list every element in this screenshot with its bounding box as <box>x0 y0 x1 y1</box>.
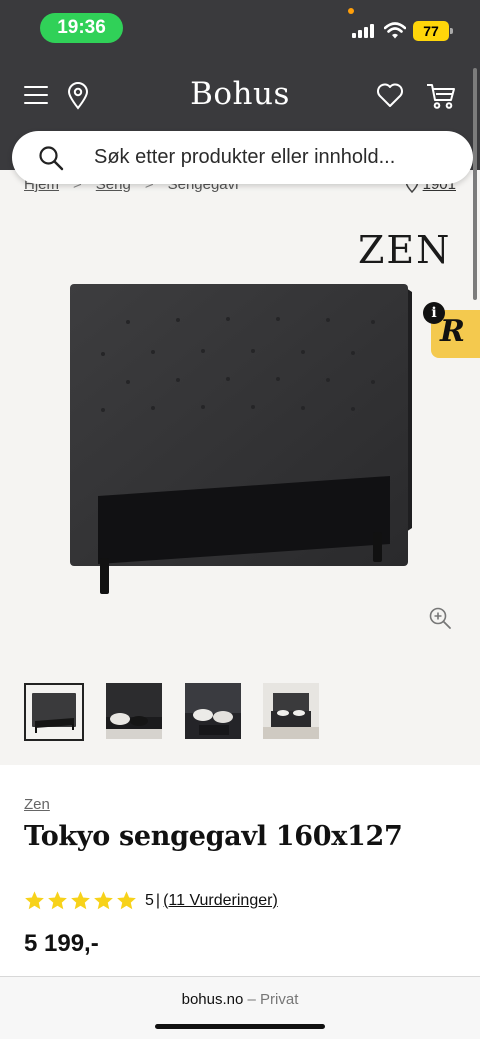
product-rating: 5 | (11 Vurderinger) <box>24 890 278 911</box>
search-bar[interactable]: Søk etter produkter eller innhold... <box>12 131 473 184</box>
cart-icon[interactable] <box>426 82 456 110</box>
search-input[interactable]: Søk etter produkter eller innhold... <box>94 146 395 169</box>
scrollbar[interactable] <box>473 68 477 300</box>
browsing-mode: – Privat <box>247 991 299 1008</box>
battery-icon: 77 <box>413 21 453 41</box>
url-domain: bohus.no <box>181 991 244 1008</box>
info-icon[interactable]: i <box>423 302 445 324</box>
thumbnail-2[interactable] <box>106 683 166 741</box>
reviews-link[interactable]: (11 Vurderinger) <box>163 892 278 910</box>
zen-brand-logo: ZEN <box>358 228 452 272</box>
wifi-icon <box>384 22 406 39</box>
star-icon <box>94 891 113 910</box>
thumbnail-4[interactable] <box>263 683 323 741</box>
rating-separator: | <box>155 891 161 909</box>
cellular-signal-icon <box>352 24 376 38</box>
heart-icon[interactable] <box>376 82 404 108</box>
location-pin-icon[interactable] <box>66 82 90 110</box>
zoom-in-icon[interactable] <box>428 606 452 630</box>
home-indicator[interactable] <box>155 1024 325 1029</box>
product-image-headboard[interactable] <box>68 282 414 600</box>
product-title: Tokyo sengegavl 160x127 <box>24 821 403 852</box>
url-display[interactable]: bohus.no – Privat <box>0 991 480 1008</box>
star-icon <box>48 891 67 910</box>
r-logo-icon: R <box>440 314 465 349</box>
bohus-logo[interactable]: Bohus <box>140 76 340 112</box>
star-icon <box>71 891 90 910</box>
rating-value: 5 <box>145 891 154 909</box>
privacy-indicator-dot <box>348 8 354 14</box>
browser-address-bar[interactable]: bohus.no – Privat <box>0 976 480 1039</box>
star-icon <box>117 891 136 910</box>
product-price: 5 199,- <box>24 930 99 957</box>
thumbnail-3[interactable] <box>185 683 245 741</box>
status-time: 19:36 <box>40 13 123 43</box>
search-icon <box>39 146 64 171</box>
thumbnail-1[interactable] <box>24 683 84 741</box>
menu-icon[interactable] <box>24 84 48 106</box>
status-bar: 19:36 77 <box>0 0 480 54</box>
product-info: Zen Tokyo sengegavl 160x127 5 | (11 Vurd… <box>0 765 480 977</box>
star-icon <box>25 891 44 910</box>
rating-stars <box>24 890 137 911</box>
brand-link[interactable]: Zen <box>24 796 50 813</box>
